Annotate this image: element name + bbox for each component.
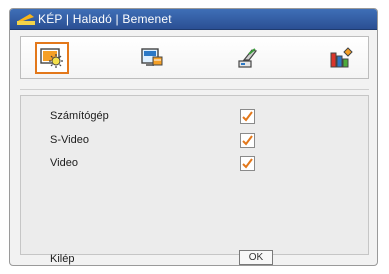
computer-checkbox[interactable]	[240, 109, 255, 124]
tab-options[interactable]	[324, 42, 358, 74]
exit-label: Kilép	[50, 253, 75, 265]
checkmark-icon	[242, 135, 253, 146]
title-bar: KÉP | Haladó | Bemenet	[10, 9, 377, 30]
settings-list: Számítógép S-Video Video Kilép OK	[20, 95, 369, 265]
setup-icon	[238, 48, 258, 68]
menu-logo-icon	[17, 14, 35, 25]
window-title: KÉP | Haladó | Bemenet	[38, 12, 172, 26]
display-settings-icon	[141, 48, 163, 66]
list-item[interactable]: Video	[21, 156, 368, 174]
checkmark-icon	[242, 158, 253, 169]
list-item[interactable]: S-Video	[21, 133, 368, 151]
svideo-checkbox[interactable]	[240, 133, 255, 148]
input-label-svideo: S-Video	[50, 134, 89, 146]
input-label-video: Video	[50, 157, 78, 169]
tab-setup[interactable]	[231, 42, 265, 74]
ok-button[interactable]: OK	[239, 250, 273, 265]
tab-picture[interactable]	[35, 42, 69, 74]
input-label-computer: Számítógép	[50, 110, 109, 122]
tab-display[interactable]	[135, 42, 169, 74]
picture-settings-icon	[40, 48, 63, 68]
video-checkbox[interactable]	[240, 156, 255, 171]
osd-menu: KÉP | Haladó | Bemenet Számítógép S-Vide…	[0, 0, 389, 274]
options-icon	[330, 47, 353, 68]
checkmark-icon	[242, 111, 253, 122]
divider	[20, 89, 369, 90]
menu-panel: KÉP | Haladó | Bemenet Számítógép S-Vide…	[9, 8, 378, 266]
tab-bar	[20, 36, 369, 79]
list-item[interactable]: Számítógép	[21, 109, 368, 127]
